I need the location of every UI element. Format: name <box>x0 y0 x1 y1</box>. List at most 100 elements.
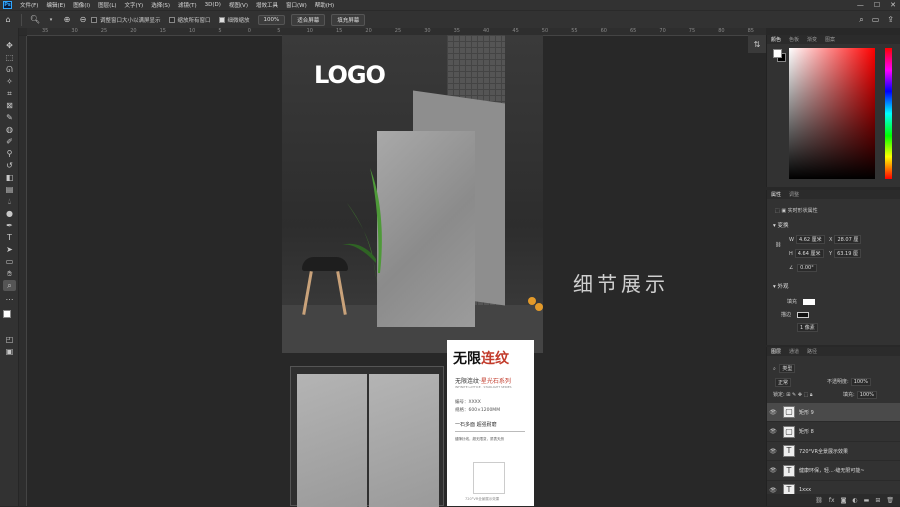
home-icon[interactable]: ⌂ <box>3 15 13 25</box>
zoom-out-icon[interactable]: ⊖ <box>78 15 88 25</box>
y-value[interactable]: 63.19 厘 <box>834 249 861 258</box>
pen-tool-icon[interactable]: ✒ <box>3 220 16 231</box>
magic-wand-icon[interactable]: ✧ <box>3 76 16 87</box>
w-value[interactable]: 4.62 厘米 <box>795 235 825 244</box>
fill-screen-button[interactable]: 填充屏幕 <box>331 13 366 26</box>
opacity-value[interactable]: 100% <box>850 378 871 386</box>
panel-collapse-icon[interactable]: ⇅ <box>748 35 766 53</box>
product-card[interactable]: 无限连纹 无限连纹·星光石系列 INFINITE LATTICE · STARL… <box>447 340 534 506</box>
new-layer-icon[interactable]: ⊞ <box>875 497 880 504</box>
foreground-color-swatch[interactable] <box>773 49 782 58</box>
workspace-icon[interactable]: ▭ <box>872 15 880 25</box>
opacity-field[interactable]: 不透明度: 100% <box>827 378 871 386</box>
lasso-tool-icon[interactable]: ᘏ <box>3 64 16 75</box>
tile-detail-artboard[interactable] <box>290 366 444 507</box>
menu-edit[interactable]: 编辑(E) <box>42 1 69 9</box>
menu-select[interactable]: 选择(S) <box>147 1 174 9</box>
visibility-eye-icon[interactable]: 👁︎ <box>767 428 779 435</box>
visibility-eye-icon[interactable]: 👁︎ <box>767 467 779 474</box>
move-tool-icon[interactable]: ✥ <box>3 40 16 51</box>
hue-slider[interactable] <box>885 48 892 179</box>
mask-icon[interactable]: ◙ <box>841 497 847 504</box>
stroke-width-value[interactable]: 1 像素 <box>797 323 818 332</box>
appearance-section[interactable]: ▾ 外观 <box>773 282 789 290</box>
layer-fill-value[interactable]: 100% <box>856 391 877 399</box>
crop-tool-icon[interactable]: ⌗ <box>3 88 16 99</box>
eyedropper-icon[interactable]: ✎ <box>3 112 16 123</box>
layer-row[interactable]: 👁︎ T 健康环保，轻...·缝无限可能~ <box>767 462 900 481</box>
tab-paths[interactable]: 路径 <box>807 348 817 355</box>
color-field[interactable] <box>789 48 875 179</box>
rectangle-tool-icon[interactable]: ▭ <box>3 256 16 267</box>
menu-layer[interactable]: 图层(L) <box>94 1 120 9</box>
frame-tool-icon[interactable]: ⊠ <box>3 100 16 111</box>
gradient-tool-icon[interactable]: ▤ <box>3 184 16 195</box>
fit-screen-button[interactable]: 适合屏幕 <box>291 13 326 26</box>
healing-brush-icon[interactable]: ◍ <box>3 124 16 135</box>
menu-help[interactable]: 帮助(H) <box>311 1 338 9</box>
visibility-eye-icon[interactable]: 👁︎ <box>767 448 779 455</box>
layer-row[interactable]: 👁︎ ▢ 矩形 9 <box>767 403 900 422</box>
trash-icon[interactable]: 🗑︎ <box>886 497 894 504</box>
path-select-icon[interactable]: ➤ <box>3 244 16 255</box>
transform-section[interactable]: ▾ 变换 <box>773 221 789 229</box>
quick-mask-icon[interactable]: ◰ <box>3 334 16 345</box>
visibility-eye-icon[interactable]: 👁︎ <box>767 487 779 494</box>
scrubby-zoom-checkbox[interactable]: 细微缩放 <box>218 16 250 24</box>
share-icon[interactable]: ⇪ <box>887 15 894 25</box>
fill-swatch[interactable] <box>803 298 816 305</box>
zoom-tool-icon[interactable]: ⌕ <box>3 280 16 291</box>
tab-layers[interactable]: 图层 <box>771 348 781 355</box>
menu-image[interactable]: 图像(I) <box>69 1 94 9</box>
foreground-color-swatch[interactable] <box>3 310 11 318</box>
menu-file[interactable]: 文件(F) <box>16 1 42 9</box>
zoom-100-button[interactable]: 100% <box>257 14 286 25</box>
menu-window[interactable]: 窗口(W) <box>282 1 311 9</box>
screen-mode-icon[interactable]: ▣ <box>3 346 16 357</box>
menu-plugins[interactable]: 增效工具 <box>252 1 282 9</box>
more-tools-icon[interactable]: ⋯ <box>3 294 16 305</box>
layer-row[interactable]: 👁︎ ▢ 矩形 8 <box>767 423 900 442</box>
angle-value[interactable]: 0.00° <box>797 264 817 272</box>
h-value[interactable]: 4.64 厘米 <box>794 249 824 258</box>
hand-tool-icon[interactable]: ✋︎ <box>3 268 16 279</box>
link-icon[interactable]: ⛓ <box>775 242 781 248</box>
zoom-all-checkbox[interactable]: 缩放所有窗口 <box>168 16 211 24</box>
tab-color[interactable]: 颜色 <box>771 36 781 43</box>
tab-swatches[interactable]: 色板 <box>789 36 799 43</box>
angle-field[interactable]: ∠ 0.00° <box>789 264 817 272</box>
close-button[interactable]: ✕ <box>890 1 896 9</box>
history-brush-icon[interactable]: ↺ <box>3 160 16 171</box>
zoom-in-icon[interactable]: ⊕ <box>62 15 72 25</box>
layer-filter-select[interactable]: ⌕ 类型 <box>773 364 796 373</box>
fill-field[interactable]: 填充: 100% <box>843 391 877 399</box>
dodge-tool-icon[interactable]: ● <box>3 208 16 219</box>
stroke-width-field[interactable]: 1 像素 <box>795 323 818 332</box>
adjustment-icon[interactable]: ◐ <box>852 497 857 504</box>
tab-channels[interactable]: 通道 <box>789 348 799 355</box>
blur-tool-icon[interactable]: 💧︎ <box>3 196 16 207</box>
menu-filter[interactable]: 滤镜(T) <box>174 1 201 9</box>
brush-tool-icon[interactable]: ✐ <box>3 136 16 147</box>
stroke-swatch[interactable] <box>797 311 810 318</box>
type-tool-icon[interactable]: T <box>3 232 16 243</box>
maximize-button[interactable]: ☐ <box>874 1 880 9</box>
hero-artboard[interactable]: LOGO <box>282 35 543 353</box>
group-icon[interactable]: ▬ <box>864 497 870 504</box>
width-field[interactable]: W 4.62 厘米 <box>789 235 825 244</box>
link-layers-icon[interactable]: ⛓ <box>815 497 823 504</box>
search-icon[interactable]: ⌕ <box>859 15 863 25</box>
zoom-tool-icon[interactable]: 🔍︎ <box>30 15 40 25</box>
x-field[interactable]: X 28.07 厘 <box>829 235 862 244</box>
tab-gradients[interactable]: 渐变 <box>807 36 817 43</box>
menu-type[interactable]: 文字(Y) <box>121 1 148 9</box>
tab-adjustments[interactable]: 调整 <box>789 191 799 198</box>
visibility-eye-icon[interactable]: 👁︎ <box>767 409 779 416</box>
fx-icon[interactable]: fx <box>829 497 835 504</box>
menu-3d[interactable]: 3D(D) <box>201 2 225 8</box>
menu-view[interactable]: 视图(V) <box>225 1 252 9</box>
blend-mode-select[interactable]: 正常 <box>773 378 792 387</box>
stamp-tool-icon[interactable]: ⚲ <box>3 148 16 159</box>
marquee-tool-icon[interactable]: ⬚ <box>3 52 16 63</box>
x-value[interactable]: 28.07 厘 <box>834 235 862 244</box>
